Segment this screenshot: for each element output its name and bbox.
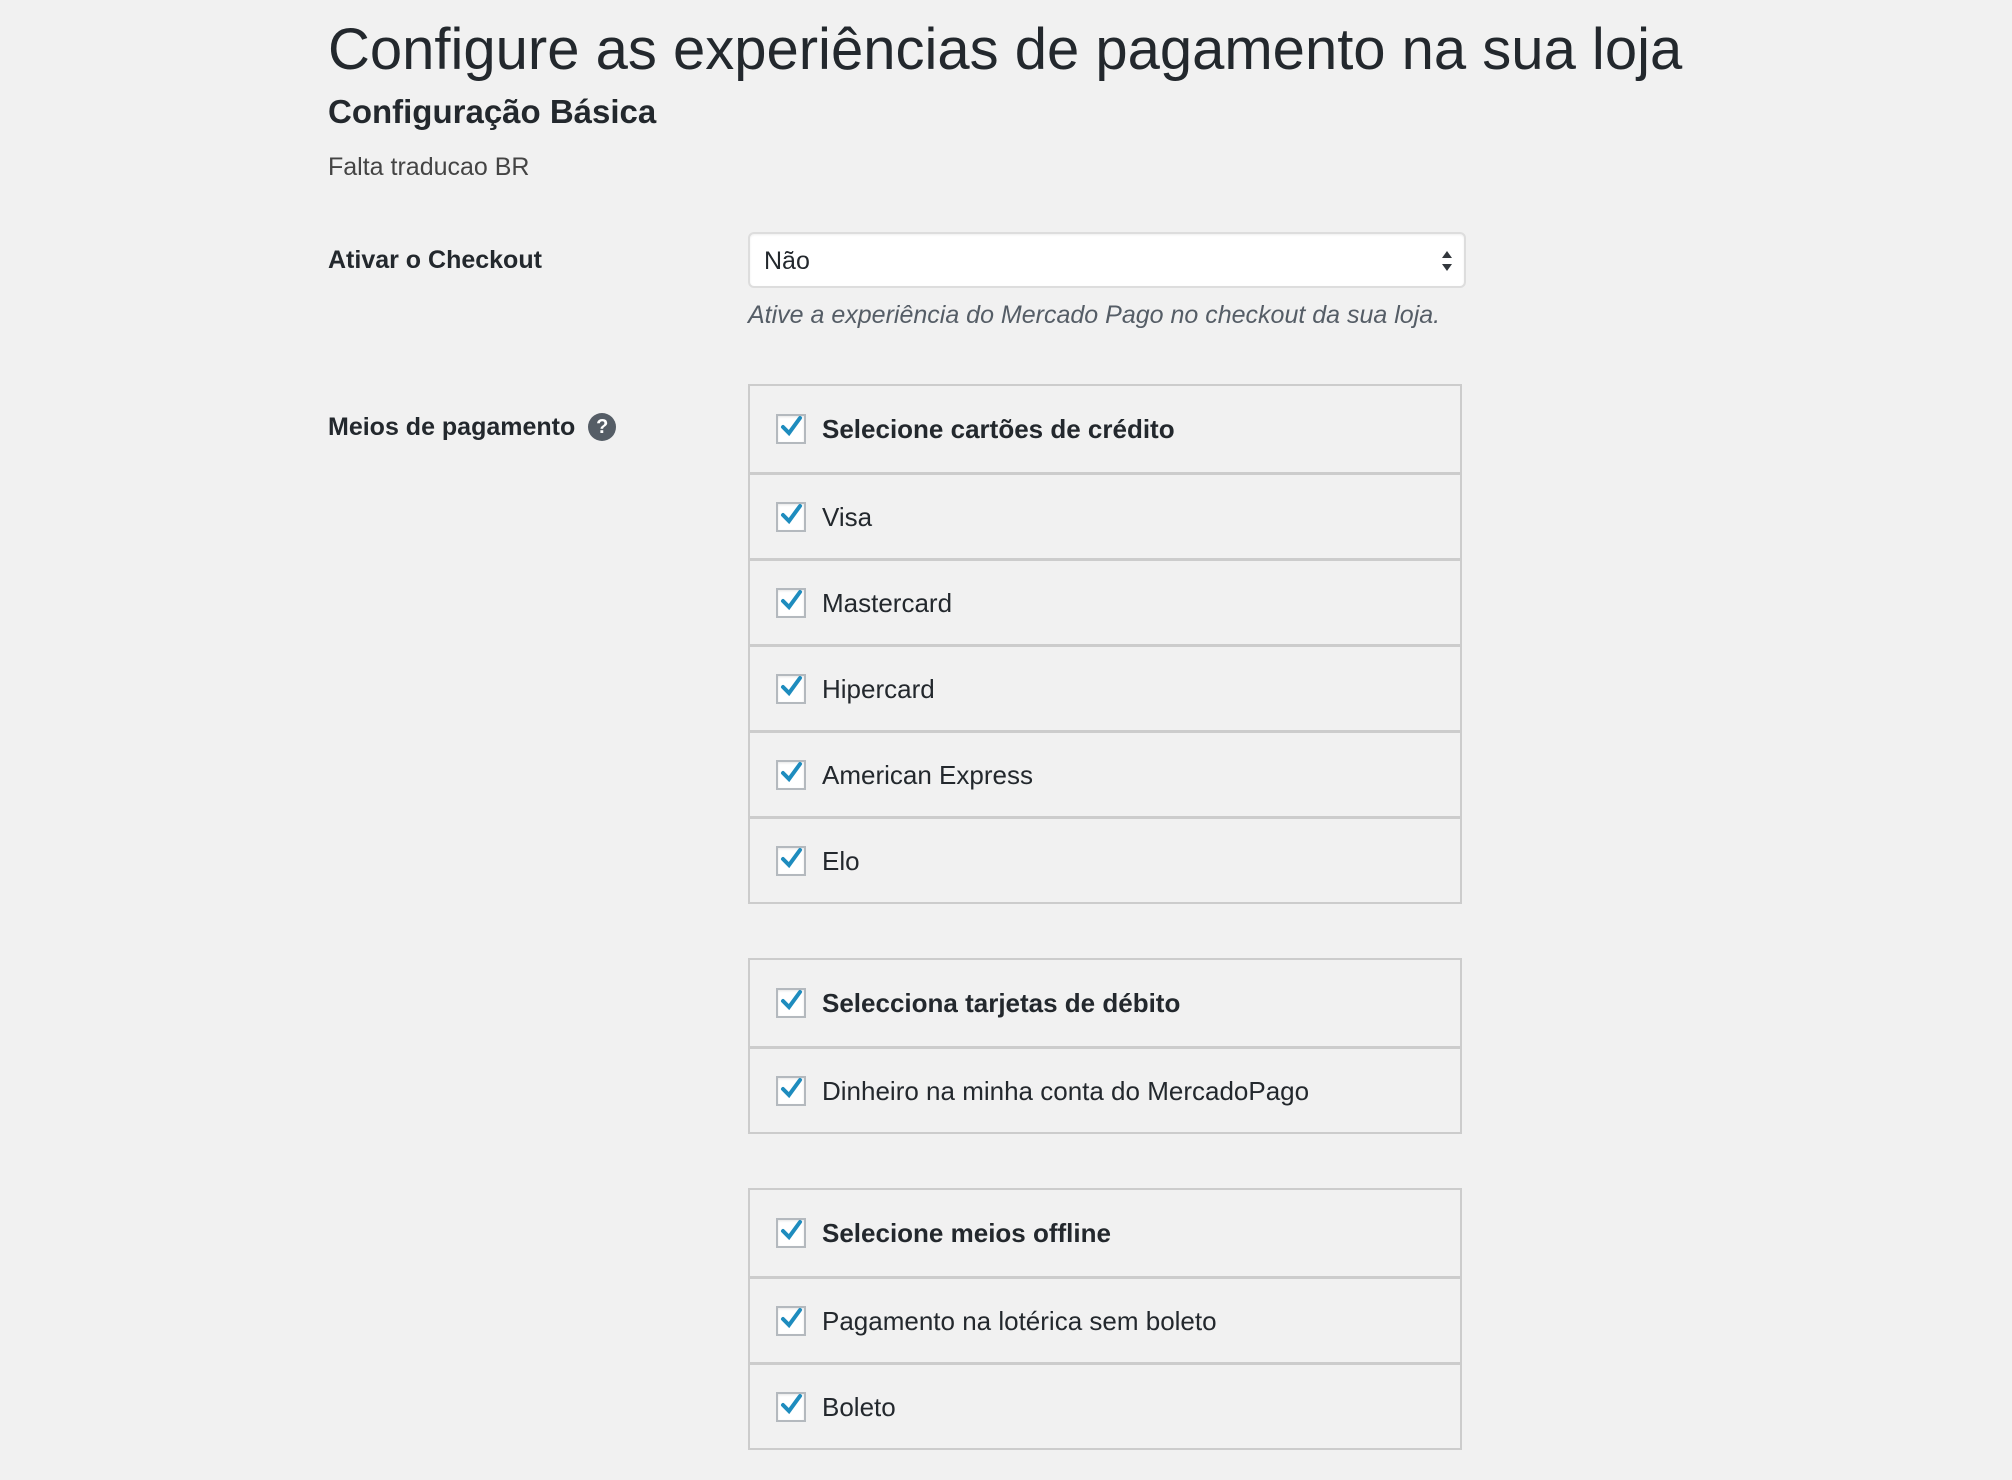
debit-cards-header-label: Selecciona tarjetas de débito (822, 988, 1181, 1018)
checkbox[interactable] (776, 1218, 806, 1248)
checkbox[interactable] (776, 587, 806, 618)
payment-methods-label: Meios de pagamento ? (328, 410, 617, 444)
section-title: Configuração Básica (328, 93, 657, 130)
credit-cards-header-label: Selecione cartões de crédito (822, 414, 1175, 444)
checkout-field-description: Ative a experiência do Mercado Pago no c… (748, 301, 1441, 329)
payment-method-item[interactable]: Elo (750, 816, 1460, 902)
payment-method-label: Visa (822, 501, 873, 532)
checkbox[interactable] (776, 1075, 806, 1106)
credit-cards-header[interactable]: Selecione cartões de crédito (750, 386, 1460, 472)
checkbox[interactable] (776, 988, 806, 1018)
offline-methods-group: Selecione meios offline Pagamento na lot… (748, 1188, 1462, 1450)
checkbox[interactable] (776, 673, 806, 704)
payment-method-item[interactable]: Visa (750, 472, 1460, 558)
payment-method-label: Pagamento na lotérica sem boleto (822, 1305, 1217, 1336)
page-title: Configure as experiências de pagamento n… (328, 17, 1683, 82)
checkout-label-text: Ativar o Checkout (328, 246, 542, 274)
checkout-select[interactable]: Não (748, 232, 1466, 288)
section-description: Falta traducao BR (328, 153, 530, 181)
credit-cards-group: Selecione cartões de crédito Visa Master… (748, 384, 1462, 904)
payment-method-item[interactable]: Hipercard (750, 644, 1460, 730)
question-circle-icon[interactable]: ? (588, 413, 617, 441)
payment-method-label: Mastercard (822, 587, 953, 618)
payment-methods-label-text: Meios de pagamento (328, 413, 576, 441)
checkbox[interactable] (776, 414, 806, 444)
payment-method-item[interactable]: Dinheiro na minha conta do MercadoPago (750, 1046, 1460, 1132)
payment-method-item[interactable]: Boleto (750, 1362, 1460, 1448)
select-arrows-icon (1440, 244, 1454, 278)
payment-method-label: American Express (822, 759, 1033, 790)
payment-method-label: Elo (822, 845, 860, 876)
checkout-select-value: Não (764, 247, 810, 275)
payment-method-item[interactable]: Pagamento na lotérica sem boleto (750, 1276, 1460, 1362)
checkbox[interactable] (776, 1391, 806, 1422)
checkbox[interactable] (776, 759, 806, 790)
offline-methods-header[interactable]: Selecione meios offline (750, 1190, 1460, 1276)
checkbox[interactable] (776, 845, 806, 876)
checkbox[interactable] (776, 1305, 806, 1336)
checkout-field-label: Ativar o Checkout (328, 243, 542, 277)
payment-method-label: Boleto (822, 1391, 896, 1422)
debit-cards-header[interactable]: Selecciona tarjetas de débito (750, 960, 1460, 1046)
payment-method-label: Hipercard (822, 673, 935, 704)
payment-method-item[interactable]: American Express (750, 730, 1460, 816)
payment-method-item[interactable]: Mastercard (750, 558, 1460, 644)
checkbox[interactable] (776, 501, 806, 532)
payment-method-label: Dinheiro na minha conta do MercadoPago (822, 1075, 1310, 1106)
debit-cards-group: Selecciona tarjetas de débito Dinheiro n… (748, 958, 1462, 1134)
offline-methods-header-label: Selecione meios offline (822, 1218, 1111, 1248)
